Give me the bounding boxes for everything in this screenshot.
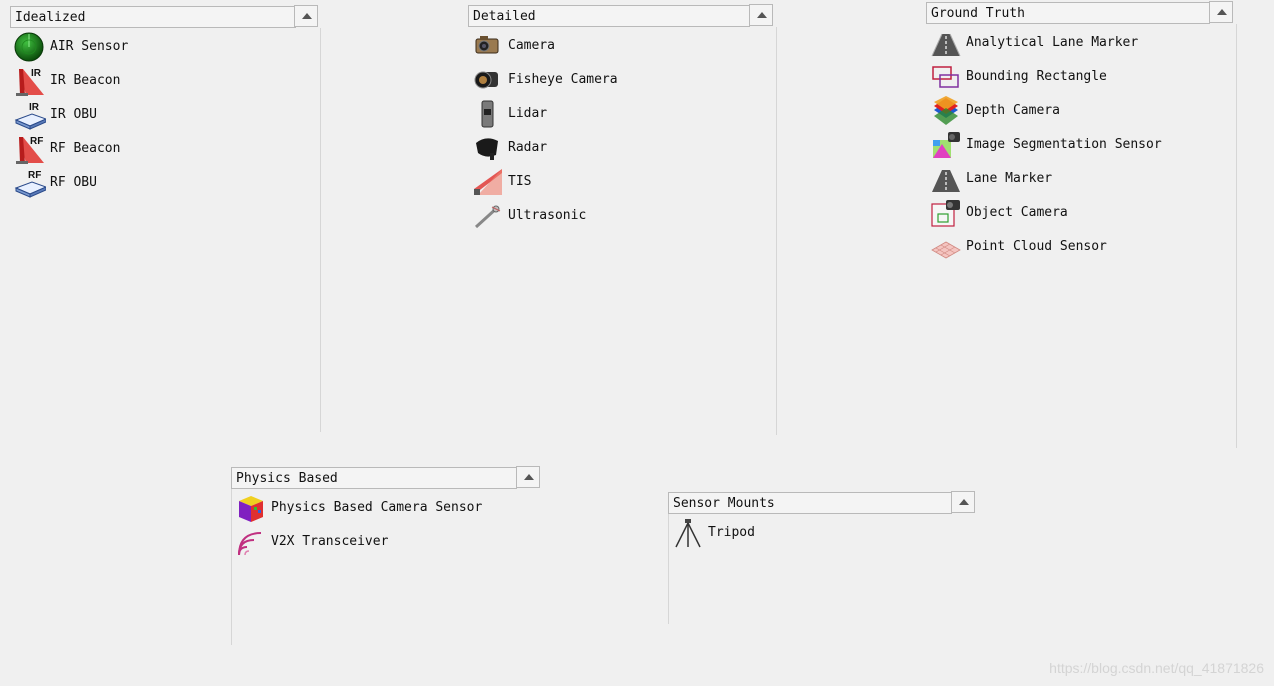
panel-title: Ground Truth [931,6,1025,21]
triangle-up-icon [524,474,534,480]
lane-marker-icon [932,170,960,192]
badge-text: IR [29,102,40,113]
tripod-icon [675,519,701,548]
collapse-button[interactable] [294,5,318,27]
item-label: Analytical Lane Marker [966,35,1139,50]
panel-ground-truth: Ground Truth Analytical Lane Marker Boun… [926,1,1238,448]
depth-camera-icon [934,96,958,125]
rf-obu-icon: RF [14,170,46,198]
item-label: Lidar [508,106,548,121]
rf-beacon-icon: RF [16,136,44,164]
v2x-waves-icon [238,532,262,556]
camera-icon [475,36,499,54]
analytical-lane-marker-icon [931,33,961,57]
item-label: Tripod [708,525,755,540]
point-cloud-icon [931,241,961,259]
item-label: Bounding Rectangle [966,69,1107,84]
collapse-button[interactable] [951,491,975,513]
item-label: Object Camera [966,205,1068,220]
item-label: IR Beacon [50,73,121,88]
triangle-up-icon [959,499,969,505]
divider [231,489,232,645]
badge-text: RF [28,170,41,181]
object-camera-icon [931,200,960,227]
badge-text: IR [31,68,42,79]
item-label: Depth Camera [966,103,1060,118]
tis-icon [474,169,502,195]
panel-title: Detailed [473,9,536,24]
collapse-button[interactable] [516,466,540,488]
divider [668,514,669,624]
divider [1236,24,1237,448]
ultrasonic-icon [474,205,501,229]
panel-idealized: Idealized AIR Sensor IR IR Beacon IR IR … [10,5,322,432]
radar-icon [476,138,498,160]
panel-title: Sensor Mounts [673,496,775,511]
item-label: Lane Marker [966,171,1053,186]
panel-physics-based: Physics Based Physics Based Camera Senso… [231,466,543,645]
watermark: https://blog.csdn.net/qq_41871826 [1049,660,1264,676]
item-label: TIS [508,174,532,189]
radar-scope-icon [14,32,44,62]
item-label: Point Cloud Sensor [966,239,1107,254]
panel-detailed: Detailed Camera Fisheye Camera Lidar Rad… [468,4,780,435]
panel-header-physics-based[interactable]: Physics Based [231,467,517,489]
item-label: IR OBU [50,107,97,122]
panel-sensor-mounts: Sensor Mounts Tripod [668,491,980,624]
item-label: Physics Based Camera Sensor [271,500,483,515]
triangle-up-icon [757,12,767,18]
lidar-icon [481,100,494,128]
triangle-up-icon [1217,9,1227,15]
collapse-button[interactable] [749,4,773,26]
item-label: AIR Sensor [50,39,129,54]
panel-header-detailed[interactable]: Detailed [468,5,750,27]
panel-title: Physics Based [236,471,338,486]
item-label: V2X Transceiver [271,534,389,549]
item-label: Radar [508,140,548,155]
bounding-rectangle-icon [932,66,959,88]
triangle-up-icon [302,13,312,19]
item-label: Ultrasonic [508,208,587,223]
badge-text: RF [30,136,43,147]
divider [320,28,321,432]
ir-beacon-icon: IR [16,68,44,96]
item-label: Fisheye Camera [508,72,618,87]
image-segmentation-icon [933,132,960,158]
panel-title: Idealized [15,10,86,25]
item-label: RF Beacon [50,141,121,156]
item-label: RF OBU [50,175,97,190]
fisheye-camera-icon [474,71,498,89]
item-label: Image Segmentation Sensor [966,137,1162,152]
divider [776,27,777,435]
panel-header-idealized[interactable]: Idealized [10,6,296,28]
item-label: Camera [508,38,555,53]
panel-header-ground-truth[interactable]: Ground Truth [926,2,1210,24]
collapse-button[interactable] [1209,1,1233,23]
physics-camera-cube-icon [239,496,263,522]
ir-obu-icon: IR [14,102,46,130]
panel-header-sensor-mounts[interactable]: Sensor Mounts [668,492,952,514]
